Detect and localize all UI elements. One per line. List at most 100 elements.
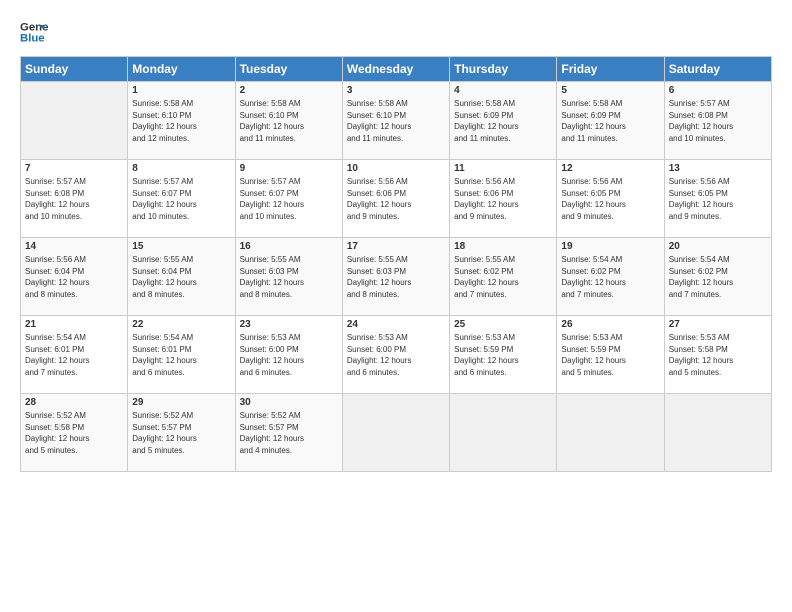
cell-info: Sunrise: 5:56 AM Sunset: 6:06 PM Dayligh… bbox=[347, 176, 445, 222]
cell-info: Sunrise: 5:52 AM Sunset: 5:58 PM Dayligh… bbox=[25, 410, 123, 456]
cell-info: Sunrise: 5:52 AM Sunset: 5:57 PM Dayligh… bbox=[240, 410, 338, 456]
week-row-1: 1 Sunrise: 5:58 AM Sunset: 6:10 PM Daylig… bbox=[21, 82, 772, 160]
week-row-4: 21Sunrise: 5:54 AM Sunset: 6:01 PM Dayli… bbox=[21, 316, 772, 394]
calendar-cell: 15 Sunrise: 5:55 AM Sunset: 6:04 PM Dayli… bbox=[128, 238, 235, 316]
calendar-cell: 3Sunrise: 5:58 AM Sunset: 6:10 PM Daylig… bbox=[342, 82, 449, 160]
calendar-cell: 12 Sunrise: 5:56 AM Sunset: 6:05 PM Dayli… bbox=[557, 160, 664, 238]
day-number: 7 bbox=[25, 163, 123, 174]
calendar-cell: 26 Sunrise: 5:53 AM Sunset: 5:59 PM Dayli… bbox=[557, 316, 664, 394]
day-number: 1 bbox=[132, 85, 230, 96]
cell-info: Sunrise: 5:54 AM Sunset: 6:01 PM Dayligh… bbox=[25, 332, 123, 378]
calendar-cell: 17 Sunrise: 5:55 AM Sunset: 6:03 PM Dayli… bbox=[342, 238, 449, 316]
header: General Blue bbox=[20, 18, 772, 46]
day-number: 19 bbox=[561, 241, 659, 252]
cell-info: Sunrise: 5:54 AM Sunset: 6:02 PM Dayligh… bbox=[669, 254, 767, 300]
col-header-saturday: Saturday bbox=[664, 57, 771, 82]
calendar-cell: 1 Sunrise: 5:58 AM Sunset: 6:10 PM Daylig… bbox=[128, 82, 235, 160]
calendar-cell bbox=[557, 394, 664, 472]
day-number: 4 bbox=[454, 85, 552, 96]
cell-info: Sunrise: 5:57 AM Sunset: 6:08 PM Dayligh… bbox=[25, 176, 123, 222]
logo-icon: General Blue bbox=[20, 18, 48, 46]
calendar-cell: 24 Sunrise: 5:53 AM Sunset: 6:00 PM Dayli… bbox=[342, 316, 449, 394]
calendar-cell: 23Sunrise: 5:53 AM Sunset: 6:00 PM Dayli… bbox=[235, 316, 342, 394]
cell-info: Sunrise: 5:53 AM Sunset: 5:59 PM Dayligh… bbox=[454, 332, 552, 378]
calendar-cell bbox=[450, 394, 557, 472]
cell-info: Sunrise: 5:58 AM Sunset: 6:10 PM Dayligh… bbox=[347, 98, 445, 144]
calendar-cell: 27 Sunrise: 5:53 AM Sunset: 5:58 PM Dayli… bbox=[664, 316, 771, 394]
calendar-cell bbox=[664, 394, 771, 472]
col-header-thursday: Thursday bbox=[450, 57, 557, 82]
calendar-cell: 7 Sunrise: 5:57 AM Sunset: 6:08 PM Daylig… bbox=[21, 160, 128, 238]
calendar-cell: 21Sunrise: 5:54 AM Sunset: 6:01 PM Dayli… bbox=[21, 316, 128, 394]
cell-info: Sunrise: 5:56 AM Sunset: 6:06 PM Dayligh… bbox=[454, 176, 552, 222]
cell-info: Sunrise: 5:55 AM Sunset: 6:04 PM Dayligh… bbox=[132, 254, 230, 300]
calendar-cell: 30 Sunrise: 5:52 AM Sunset: 5:57 PM Dayli… bbox=[235, 394, 342, 472]
day-number: 8 bbox=[132, 163, 230, 174]
week-row-2: 7 Sunrise: 5:57 AM Sunset: 6:08 PM Daylig… bbox=[21, 160, 772, 238]
calendar-table: SundayMondayTuesdayWednesdayThursdayFrid… bbox=[20, 56, 772, 472]
day-number: 26 bbox=[561, 319, 659, 330]
cell-info: Sunrise: 5:57 AM Sunset: 6:08 PM Dayligh… bbox=[669, 98, 767, 144]
calendar-cell: 4 Sunrise: 5:58 AM Sunset: 6:09 PM Daylig… bbox=[450, 82, 557, 160]
calendar-cell: 10 Sunrise: 5:56 AM Sunset: 6:06 PM Dayli… bbox=[342, 160, 449, 238]
cell-info: Sunrise: 5:58 AM Sunset: 6:10 PM Dayligh… bbox=[240, 98, 338, 144]
day-number: 13 bbox=[669, 163, 767, 174]
day-number: 11 bbox=[454, 163, 552, 174]
cell-info: Sunrise: 5:53 AM Sunset: 5:59 PM Dayligh… bbox=[561, 332, 659, 378]
day-number: 9 bbox=[240, 163, 338, 174]
calendar-cell: 6 Sunrise: 5:57 AM Sunset: 6:08 PM Daylig… bbox=[664, 82, 771, 160]
calendar-cell: 16Sunrise: 5:55 AM Sunset: 6:03 PM Dayli… bbox=[235, 238, 342, 316]
logo: General Blue bbox=[20, 18, 48, 46]
col-header-sunday: Sunday bbox=[21, 57, 128, 82]
day-number: 29 bbox=[132, 397, 230, 408]
calendar-cell bbox=[21, 82, 128, 160]
day-number: 2 bbox=[240, 85, 338, 96]
cell-info: Sunrise: 5:58 AM Sunset: 6:09 PM Dayligh… bbox=[454, 98, 552, 144]
cell-info: Sunrise: 5:56 AM Sunset: 6:05 PM Dayligh… bbox=[669, 176, 767, 222]
cell-info: Sunrise: 5:58 AM Sunset: 6:10 PM Dayligh… bbox=[132, 98, 230, 144]
day-number: 5 bbox=[561, 85, 659, 96]
day-number: 15 bbox=[132, 241, 230, 252]
cell-info: Sunrise: 5:55 AM Sunset: 6:03 PM Dayligh… bbox=[347, 254, 445, 300]
col-header-tuesday: Tuesday bbox=[235, 57, 342, 82]
cell-info: Sunrise: 5:58 AM Sunset: 6:09 PM Dayligh… bbox=[561, 98, 659, 144]
day-number: 24 bbox=[347, 319, 445, 330]
calendar-cell: 29 Sunrise: 5:52 AM Sunset: 5:57 PM Dayli… bbox=[128, 394, 235, 472]
calendar-cell: 28 Sunrise: 5:52 AM Sunset: 5:58 PM Dayli… bbox=[21, 394, 128, 472]
cell-info: Sunrise: 5:57 AM Sunset: 6:07 PM Dayligh… bbox=[240, 176, 338, 222]
calendar-cell: 22Sunrise: 5:54 AM Sunset: 6:01 PM Dayli… bbox=[128, 316, 235, 394]
page: General Blue SundayMondayTuesdayWednesda… bbox=[0, 0, 792, 482]
calendar-cell bbox=[342, 394, 449, 472]
calendar-cell: 2 Sunrise: 5:58 AM Sunset: 6:10 PM Daylig… bbox=[235, 82, 342, 160]
cell-info: Sunrise: 5:56 AM Sunset: 6:05 PM Dayligh… bbox=[561, 176, 659, 222]
day-number: 12 bbox=[561, 163, 659, 174]
cell-info: Sunrise: 5:53 AM Sunset: 5:58 PM Dayligh… bbox=[669, 332, 767, 378]
cell-info: Sunrise: 5:54 AM Sunset: 6:02 PM Dayligh… bbox=[561, 254, 659, 300]
day-number: 10 bbox=[347, 163, 445, 174]
cell-info: Sunrise: 5:52 AM Sunset: 5:57 PM Dayligh… bbox=[132, 410, 230, 456]
svg-text:Blue: Blue bbox=[20, 33, 45, 45]
cell-info: Sunrise: 5:53 AM Sunset: 6:00 PM Dayligh… bbox=[347, 332, 445, 378]
col-header-friday: Friday bbox=[557, 57, 664, 82]
day-number: 6 bbox=[669, 85, 767, 96]
cell-info: Sunrise: 5:54 AM Sunset: 6:01 PM Dayligh… bbox=[132, 332, 230, 378]
cell-info: Sunrise: 5:53 AM Sunset: 6:00 PM Dayligh… bbox=[240, 332, 338, 378]
col-header-wednesday: Wednesday bbox=[342, 57, 449, 82]
day-number: 30 bbox=[240, 397, 338, 408]
day-number: 28 bbox=[25, 397, 123, 408]
header-row: SundayMondayTuesdayWednesdayThursdayFrid… bbox=[21, 57, 772, 82]
day-number: 25 bbox=[454, 319, 552, 330]
cell-info: Sunrise: 5:57 AM Sunset: 6:07 PM Dayligh… bbox=[132, 176, 230, 222]
calendar-cell: 19 Sunrise: 5:54 AM Sunset: 6:02 PM Dayli… bbox=[557, 238, 664, 316]
cell-info: Sunrise: 5:55 AM Sunset: 6:02 PM Dayligh… bbox=[454, 254, 552, 300]
day-number: 14 bbox=[25, 241, 123, 252]
calendar-cell: 8 Sunrise: 5:57 AM Sunset: 6:07 PM Daylig… bbox=[128, 160, 235, 238]
day-number: 18 bbox=[454, 241, 552, 252]
day-number: 27 bbox=[669, 319, 767, 330]
cell-info: Sunrise: 5:56 AM Sunset: 6:04 PM Dayligh… bbox=[25, 254, 123, 300]
calendar-cell: 9 Sunrise: 5:57 AM Sunset: 6:07 PM Daylig… bbox=[235, 160, 342, 238]
calendar-cell: 18 Sunrise: 5:55 AM Sunset: 6:02 PM Dayli… bbox=[450, 238, 557, 316]
col-header-monday: Monday bbox=[128, 57, 235, 82]
day-number: 17 bbox=[347, 241, 445, 252]
day-number: 16 bbox=[240, 241, 338, 252]
